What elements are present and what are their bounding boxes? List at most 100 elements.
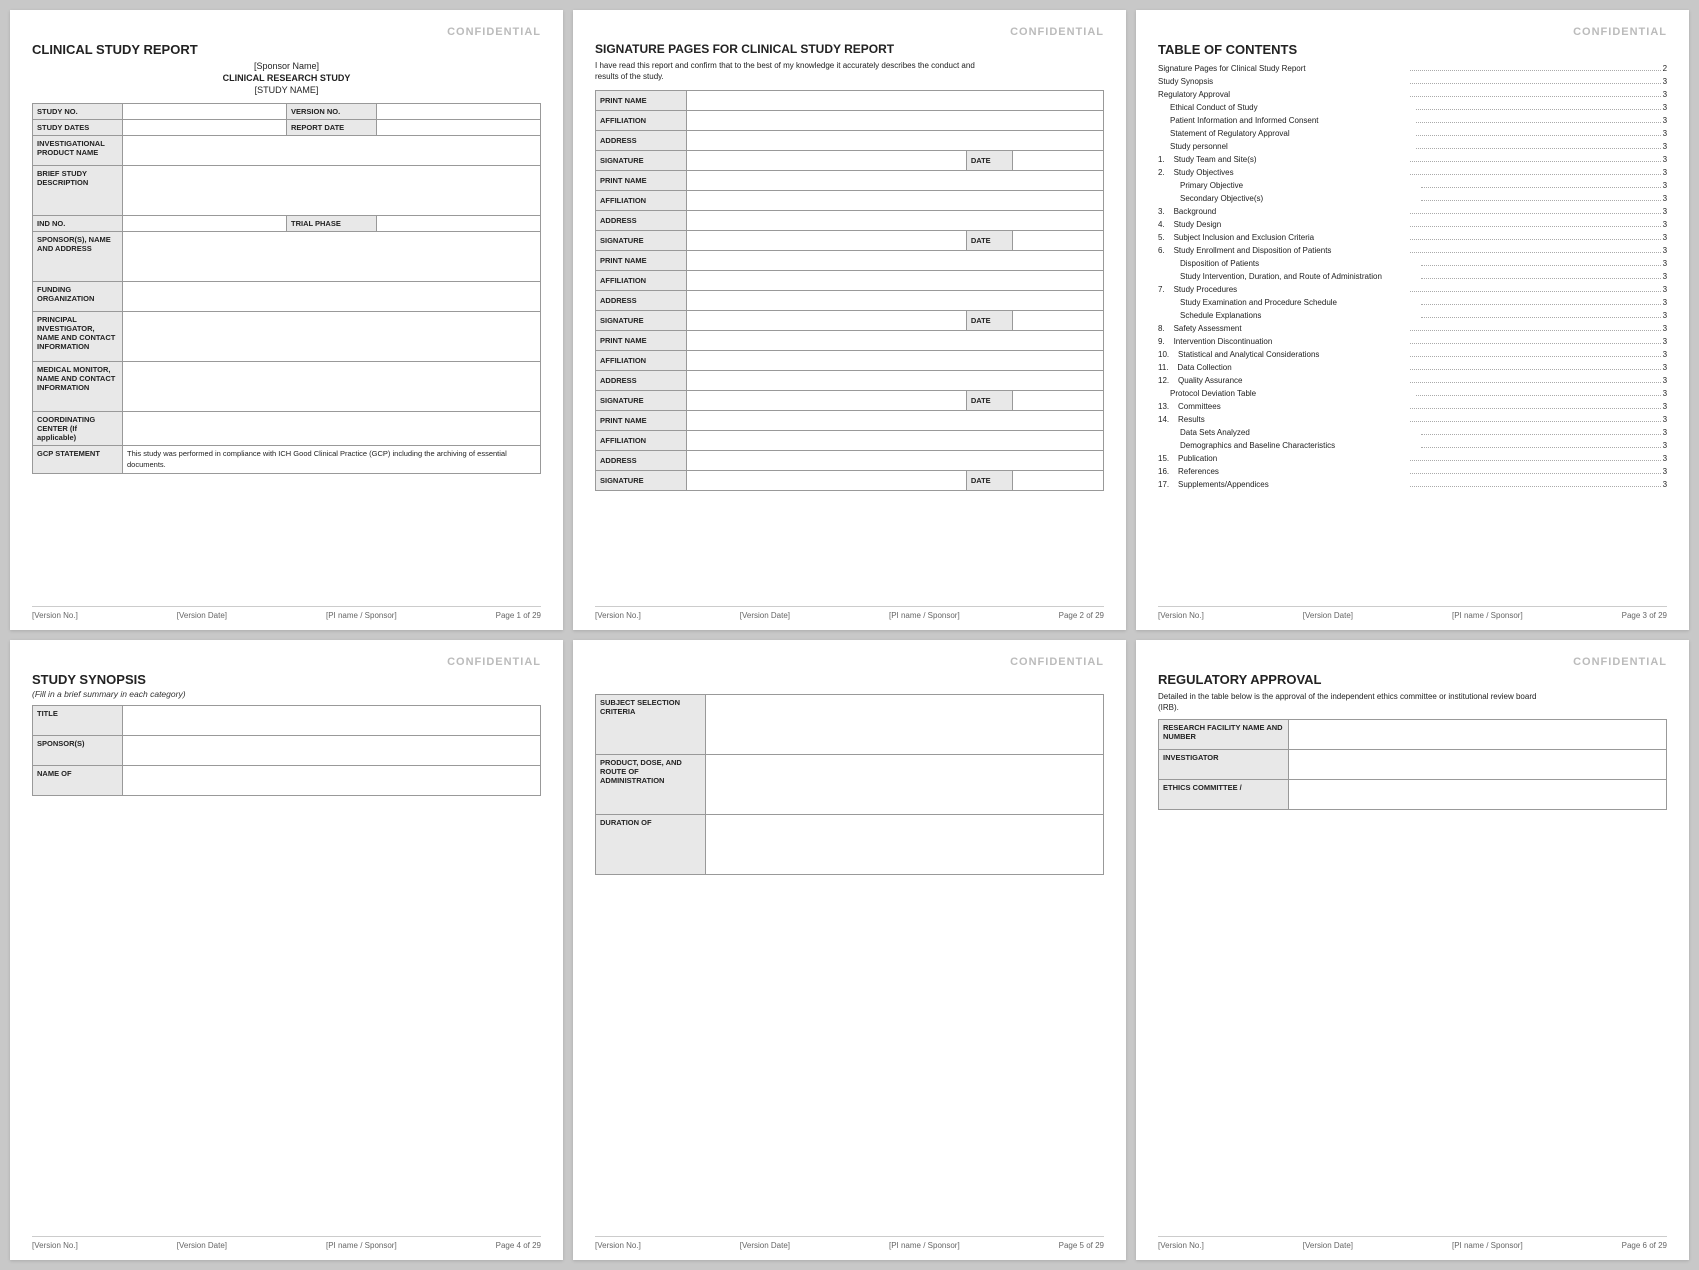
value-ind-no: [123, 216, 287, 232]
table-row: PRINCIPAL INVESTIGATOR, NAME AND CONTACT…: [33, 312, 541, 362]
label-investigator: INVESTIGATOR: [1159, 750, 1289, 780]
footer-version-date: [Version Date]: [740, 611, 790, 620]
table-row: INVESTIGATOR: [1159, 750, 1667, 780]
label-sig-2: SIGNATURE: [596, 231, 687, 251]
value-print-name-4: [687, 331, 1104, 351]
label-duration-of: DURATION OF: [596, 815, 706, 875]
reg-title: REGULATORY APPROVAL: [1158, 672, 1667, 687]
value-affil-2: [687, 191, 1104, 211]
value-report-date: [376, 120, 540, 136]
toc-item: Signature Pages for Clinical Study Repor…: [1158, 63, 1667, 75]
table-row: DURATION OF: [596, 815, 1104, 875]
value-ethics-comm: [1289, 780, 1667, 810]
toc-item: 3. Background3: [1158, 206, 1667, 218]
table-row: PRODUCT, DOSE, AND ROUTE OF ADMINISTRATI…: [596, 755, 1104, 815]
label-gcp: GCP STATEMENT: [33, 446, 123, 474]
label-brief-desc: BRIEF STUDY DESCRIPTION: [33, 166, 123, 216]
label-ethics-comm: ETHICS COMMITTEE /: [1159, 780, 1289, 810]
footer-page: Page 3 of 29: [1622, 611, 1667, 620]
label-ind-no: IND NO.: [33, 216, 123, 232]
confidential-stamp-5: CONFIDENTIAL: [1010, 656, 1104, 668]
page-2-title: SIGNATURE PAGES FOR CLINICAL STUDY REPOR…: [595, 42, 1104, 56]
sig-row: AFFILIATION: [596, 431, 1104, 451]
table-row: RESEARCH FACILITY NAME AND NUMBER: [1159, 720, 1667, 750]
synopsis-title: STUDY SYNOPSIS: [32, 672, 541, 687]
reg-form-table: RESEARCH FACILITY NAME AND NUMBER INVEST…: [1158, 719, 1667, 810]
confidential-stamp-1: CONFIDENTIAL: [447, 26, 541, 38]
value-coord-center: [123, 412, 541, 446]
value-addr-5: [687, 451, 1104, 471]
label-name-of: NAME OF: [33, 766, 123, 796]
toc-item: Statement of Regulatory Approval3: [1158, 128, 1667, 140]
label-addr-2: ADDRESS: [596, 211, 687, 231]
label-sig-1: SIGNATURE: [596, 151, 687, 171]
label-sponsors: SPONSOR(S): [33, 736, 123, 766]
table-row: NAME OF: [33, 766, 541, 796]
table-row: STUDY NO. VERSION NO.: [33, 104, 541, 120]
label-addr-5: ADDRESS: [596, 451, 687, 471]
value-date-3: [1012, 311, 1103, 331]
sig-row: PRINT NAME: [596, 171, 1104, 191]
page-1-title: CLINICAL STUDY REPORT: [32, 42, 541, 57]
footer-page: Page 4 of 29: [496, 1241, 541, 1250]
table-row: SUBJECT SELECTION CRITERIA: [596, 695, 1104, 755]
signature-table: PRINT NAME AFFILIATION ADDRESS SIGNATURE…: [595, 90, 1104, 491]
toc-item: Disposition of Patients3: [1158, 258, 1667, 270]
page-6-footer: [Version No.] [Version Date] [PI name / …: [1158, 1236, 1667, 1250]
value-duration-of: [706, 815, 1104, 875]
confidential-stamp-3: CONFIDENTIAL: [1573, 26, 1667, 38]
value-sponsor-addr: [123, 232, 541, 282]
table-row: BRIEF STUDY DESCRIPTION: [33, 166, 541, 216]
synopsis-subtitle: (Fill in a brief summary in each categor…: [32, 689, 541, 699]
toc-item: Data Sets Analyzed3: [1158, 427, 1667, 439]
value-sponsors: [123, 736, 541, 766]
page-1-footer: [Version No.] [Version Date] [PI name / …: [32, 606, 541, 620]
toc-item: Protocol Deviation Table3: [1158, 388, 1667, 400]
value-print-name-5: [687, 411, 1104, 431]
footer-page: Page 6 of 29: [1622, 1241, 1667, 1250]
footer-page: Page 1 of 29: [496, 611, 541, 620]
toc-item: 15. Publication3: [1158, 453, 1667, 465]
sig-row: ADDRESS: [596, 131, 1104, 151]
toc-item: Demographics and Baseline Characteristic…: [1158, 440, 1667, 452]
confidential-stamp-6: CONFIDENTIAL: [1573, 656, 1667, 668]
value-addr-2: [687, 211, 1104, 231]
label-print-name-4: PRINT NAME: [596, 331, 687, 351]
page-1: CONFIDENTIAL CLINICAL STUDY REPORT [Spon…: [10, 10, 563, 630]
sig-row: SIGNATUREDATE: [596, 471, 1104, 491]
value-research-facility: [1289, 720, 1667, 750]
footer-page: Page 5 of 29: [1059, 1241, 1104, 1250]
value-addr-3: [687, 291, 1104, 311]
label-date-2: DATE: [966, 231, 1012, 251]
footer-version-no: [Version No.]: [595, 611, 641, 620]
toc-item: Secondary Objective(s)3: [1158, 193, 1667, 205]
toc-item: 7. Study Procedures3: [1158, 284, 1667, 296]
value-pi: [123, 312, 541, 362]
value-print-name-1: [687, 91, 1104, 111]
toc-item: 9. Intervention Discontinuation3: [1158, 336, 1667, 348]
footer-version-no: [Version No.]: [1158, 611, 1204, 620]
label-affil-4: AFFILIATION: [596, 351, 687, 371]
value-title: [123, 706, 541, 736]
study-type: CLINICAL RESEARCH STUDY: [32, 73, 541, 83]
page-3-footer: [Version No.] [Version Date] [PI name / …: [1158, 606, 1667, 620]
table-row: COORDINATING CENTER (If applicable): [33, 412, 541, 446]
page-5-footer: [Version No.] [Version Date] [PI name / …: [595, 1236, 1104, 1250]
value-sig-3: [687, 311, 966, 331]
label-trial-phase: TRIAL PHASE: [286, 216, 376, 232]
label-version-no: VERSION NO.: [286, 104, 376, 120]
toc-item: Study Synopsis3: [1158, 76, 1667, 88]
toc-item: 6. Study Enrollment and Disposition of P…: [1158, 245, 1667, 257]
label-product-dose: PRODUCT, DOSE, AND ROUTE OF ADMINISTRATI…: [596, 755, 706, 815]
value-study-no: [123, 104, 287, 120]
toc-item: 5. Subject Inclusion and Exclusion Crite…: [1158, 232, 1667, 244]
table-row: MEDICAL MONITOR, NAME AND CONTACT INFORM…: [33, 362, 541, 412]
reg-intro-text: Detailed in the table below is the appro…: [1158, 691, 1558, 713]
sponsor-name: [Sponsor Name]: [32, 61, 541, 71]
label-study-no: STUDY NO.: [33, 104, 123, 120]
value-affil-1: [687, 111, 1104, 131]
toc-item: Regulatory Approval3: [1158, 89, 1667, 101]
sig-row: ADDRESS: [596, 371, 1104, 391]
page-3: CONFIDENTIAL TABLE OF CONTENTS Signature…: [1136, 10, 1689, 630]
toc-item: 1. Study Team and Site(s)3: [1158, 154, 1667, 166]
